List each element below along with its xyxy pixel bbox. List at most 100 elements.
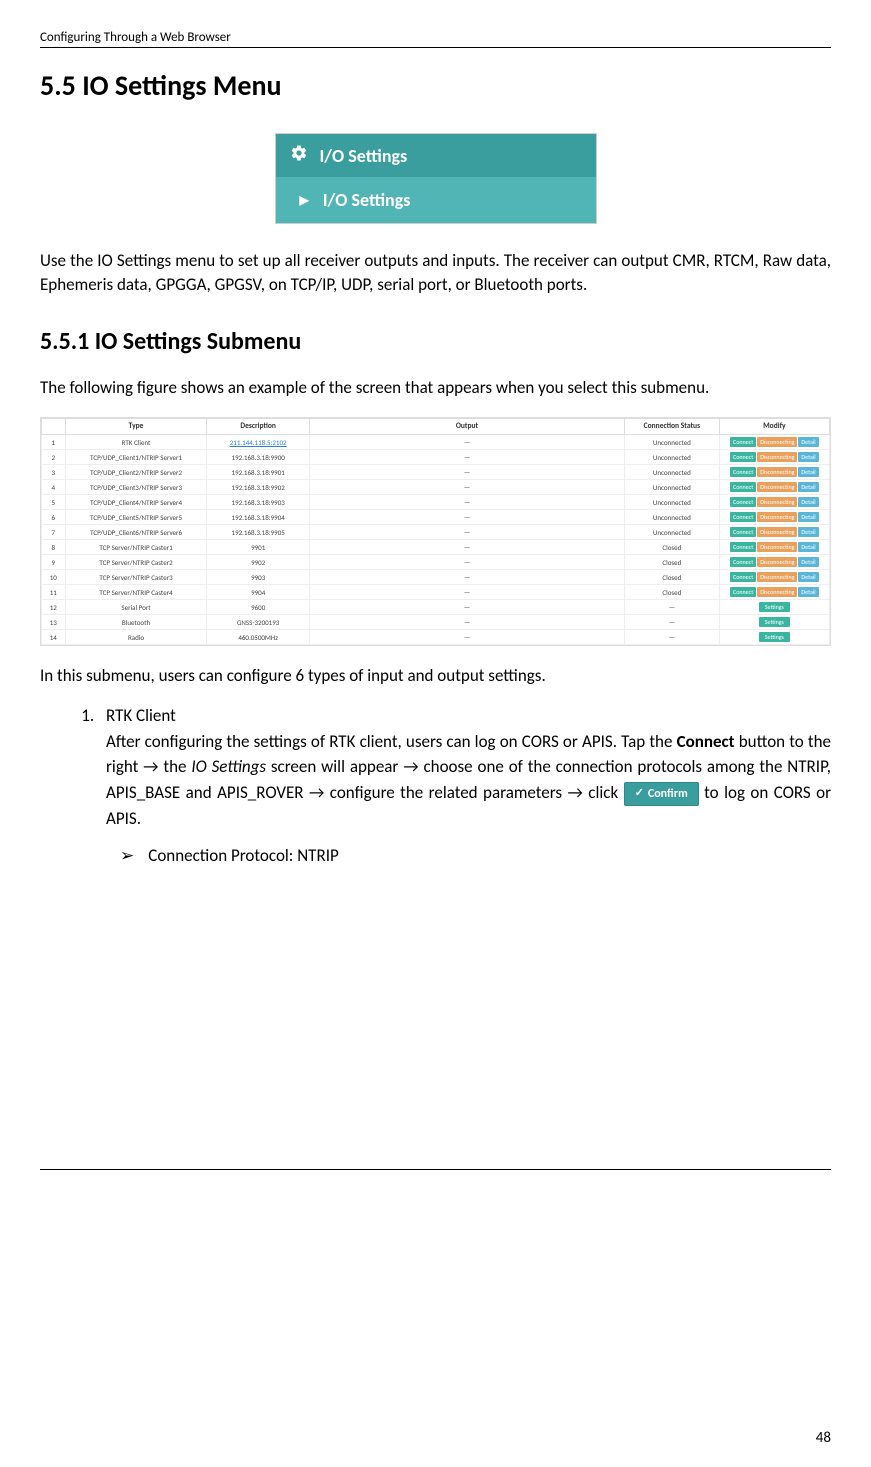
row-modify: Settings [719, 630, 829, 645]
io-settings-table: TypeDescriptionOutputConnection StatusMo… [41, 418, 830, 645]
row-modify: ConnectDisconnectingDetail [719, 465, 829, 480]
detail-button[interactable]: Detail [798, 572, 818, 582]
table-row: 2TCP/UDP_Client1/NTRIP Server1192.168.3.… [42, 450, 830, 465]
row-output: — [309, 435, 624, 450]
connect-button[interactable]: Connect [730, 542, 756, 552]
row-status: Unconnected [625, 495, 720, 510]
row-modify: ConnectDisconnectingDetail [719, 585, 829, 600]
row-modify: ConnectDisconnectingDetail [719, 540, 829, 555]
row-modify: ConnectDisconnectingDetail [719, 450, 829, 465]
detail-button[interactable]: Detail [798, 587, 818, 597]
detail-button[interactable]: Detail [798, 452, 818, 462]
row-status: Closed [625, 585, 720, 600]
header-section-title: Configuring Through a Web Browser [40, 30, 231, 45]
row-index: 8 [42, 540, 66, 555]
connect-button[interactable]: Connect [730, 452, 756, 462]
row-type: TCP/UDP_Client6/NTRIP Server6 [65, 525, 207, 540]
nav-header-label: I/O Settings [320, 145, 408, 167]
footer-rule [40, 1169, 831, 1170]
disconnecting-button[interactable]: Disconnecting [757, 587, 797, 597]
nav-sub-row: ▶ I/O Settings [276, 177, 596, 223]
disconnecting-button[interactable]: Disconnecting [757, 497, 797, 507]
row-modify: ConnectDisconnectingDetail [719, 525, 829, 540]
list-item-rtk-client: RTK Client After configuring the setting… [98, 703, 831, 831]
table-row: 5TCP/UDP_Client4/NTRIP Server4192.168.3.… [42, 495, 830, 510]
table-row: 6TCP/UDP_Client5/NTRIP Server5192.168.3.… [42, 510, 830, 525]
connect-button[interactable]: Connect [730, 587, 756, 597]
row-status: — [625, 630, 720, 645]
connect-button[interactable]: Connect [730, 467, 756, 477]
connect-button[interactable]: Connect [730, 572, 756, 582]
disconnecting-button[interactable]: Disconnecting [757, 557, 797, 567]
check-icon: ✓ [635, 785, 644, 802]
row-type: TCP/UDP_Client3/NTRIP Server3 [65, 480, 207, 495]
detail-button[interactable]: Detail [798, 437, 818, 447]
table-row: 13BluetoothGNSS-3200193——Settings [42, 615, 830, 630]
detail-button[interactable]: Detail [798, 527, 818, 537]
list-text-1: After configuring the settings of RTK cl… [106, 731, 677, 752]
disconnecting-button[interactable]: Disconnecting [757, 542, 797, 552]
row-type: TCP/UDP_Client2/NTRIP Server2 [65, 465, 207, 480]
connect-button[interactable]: Connect [730, 437, 756, 447]
settings-button[interactable]: Settings [759, 632, 790, 642]
row-type: TCP Server/NTRIP Caster2 [65, 555, 207, 570]
detail-button[interactable]: Detail [798, 497, 818, 507]
row-status: Unconnected [625, 510, 720, 525]
row-description: 9902 [207, 555, 309, 570]
detail-button[interactable]: Detail [798, 467, 818, 477]
disconnecting-button[interactable]: Disconnecting [757, 437, 797, 447]
detail-button[interactable]: Detail [798, 482, 818, 492]
row-index: 6 [42, 510, 66, 525]
row-status: Unconnected [625, 450, 720, 465]
table-row: 11TCP Server/NTRIP Caster49904—ClosedCon… [42, 585, 830, 600]
row-modify: ConnectDisconnectingDetail [719, 555, 829, 570]
row-description: 192.168.3.18:9901 [207, 465, 309, 480]
disconnecting-button[interactable]: Disconnecting [757, 512, 797, 522]
settings-button[interactable]: Settings [759, 602, 790, 612]
row-index: 9 [42, 555, 66, 570]
confirm-button-image: ✓Confirm [624, 782, 699, 806]
row-description: 460.0500MHz [207, 630, 309, 645]
row-description: 211.144.118.5:2102 [207, 435, 309, 450]
disconnecting-button[interactable]: Disconnecting [757, 452, 797, 462]
connect-button[interactable]: Connect [730, 512, 756, 522]
settings-button[interactable]: Settings [759, 617, 790, 627]
disconnecting-button[interactable]: Disconnecting [757, 482, 797, 492]
row-output: — [309, 480, 624, 495]
row-type: TCP Server/NTRIP Caster3 [65, 570, 207, 585]
detail-button[interactable]: Detail [798, 542, 818, 552]
disconnecting-button[interactable]: Disconnecting [757, 572, 797, 582]
row-index: 11 [42, 585, 66, 600]
disconnecting-button[interactable]: Disconnecting [757, 467, 797, 477]
connect-button[interactable]: Connect [730, 497, 756, 507]
disconnecting-button[interactable]: Disconnecting [757, 527, 797, 537]
detail-button[interactable]: Detail [798, 557, 818, 567]
connect-button[interactable]: Connect [730, 527, 756, 537]
table-row: 1RTK Client211.144.118.5:2102—Unconnecte… [42, 435, 830, 450]
row-type: TCP/UDP_Client1/NTRIP Server1 [65, 450, 207, 465]
detail-button[interactable]: Detail [798, 512, 818, 522]
row-output: — [309, 465, 624, 480]
row-index: 5 [42, 495, 66, 510]
table-row: 3TCP/UDP_Client2/NTRIP Server2192.168.3.… [42, 465, 830, 480]
row-description: 192.168.3.18:9905 [207, 525, 309, 540]
connect-button[interactable]: Connect [730, 482, 756, 492]
row-index: 2 [42, 450, 66, 465]
row-modify: ConnectDisconnectingDetail [719, 480, 829, 495]
row-status: — [625, 615, 720, 630]
row-status: Closed [625, 570, 720, 585]
row-index: 12 [42, 600, 66, 615]
caret-right-icon: ▶ [300, 193, 309, 208]
row-output: — [309, 510, 624, 525]
row-description: 9600 [207, 600, 309, 615]
nav-screenshot-figure: I/O Settings ▶ I/O Settings [40, 133, 831, 224]
nav-screenshot: I/O Settings ▶ I/O Settings [275, 133, 597, 224]
connect-button[interactable]: Connect [730, 557, 756, 567]
row-description: 192.168.3.18:9900 [207, 450, 309, 465]
list-item-title: RTK Client [106, 705, 176, 726]
row-type: Serial Port [65, 600, 207, 615]
row-modify: Settings [719, 600, 829, 615]
row-index: 3 [42, 465, 66, 480]
row-output: — [309, 615, 624, 630]
row-status: Unconnected [625, 480, 720, 495]
